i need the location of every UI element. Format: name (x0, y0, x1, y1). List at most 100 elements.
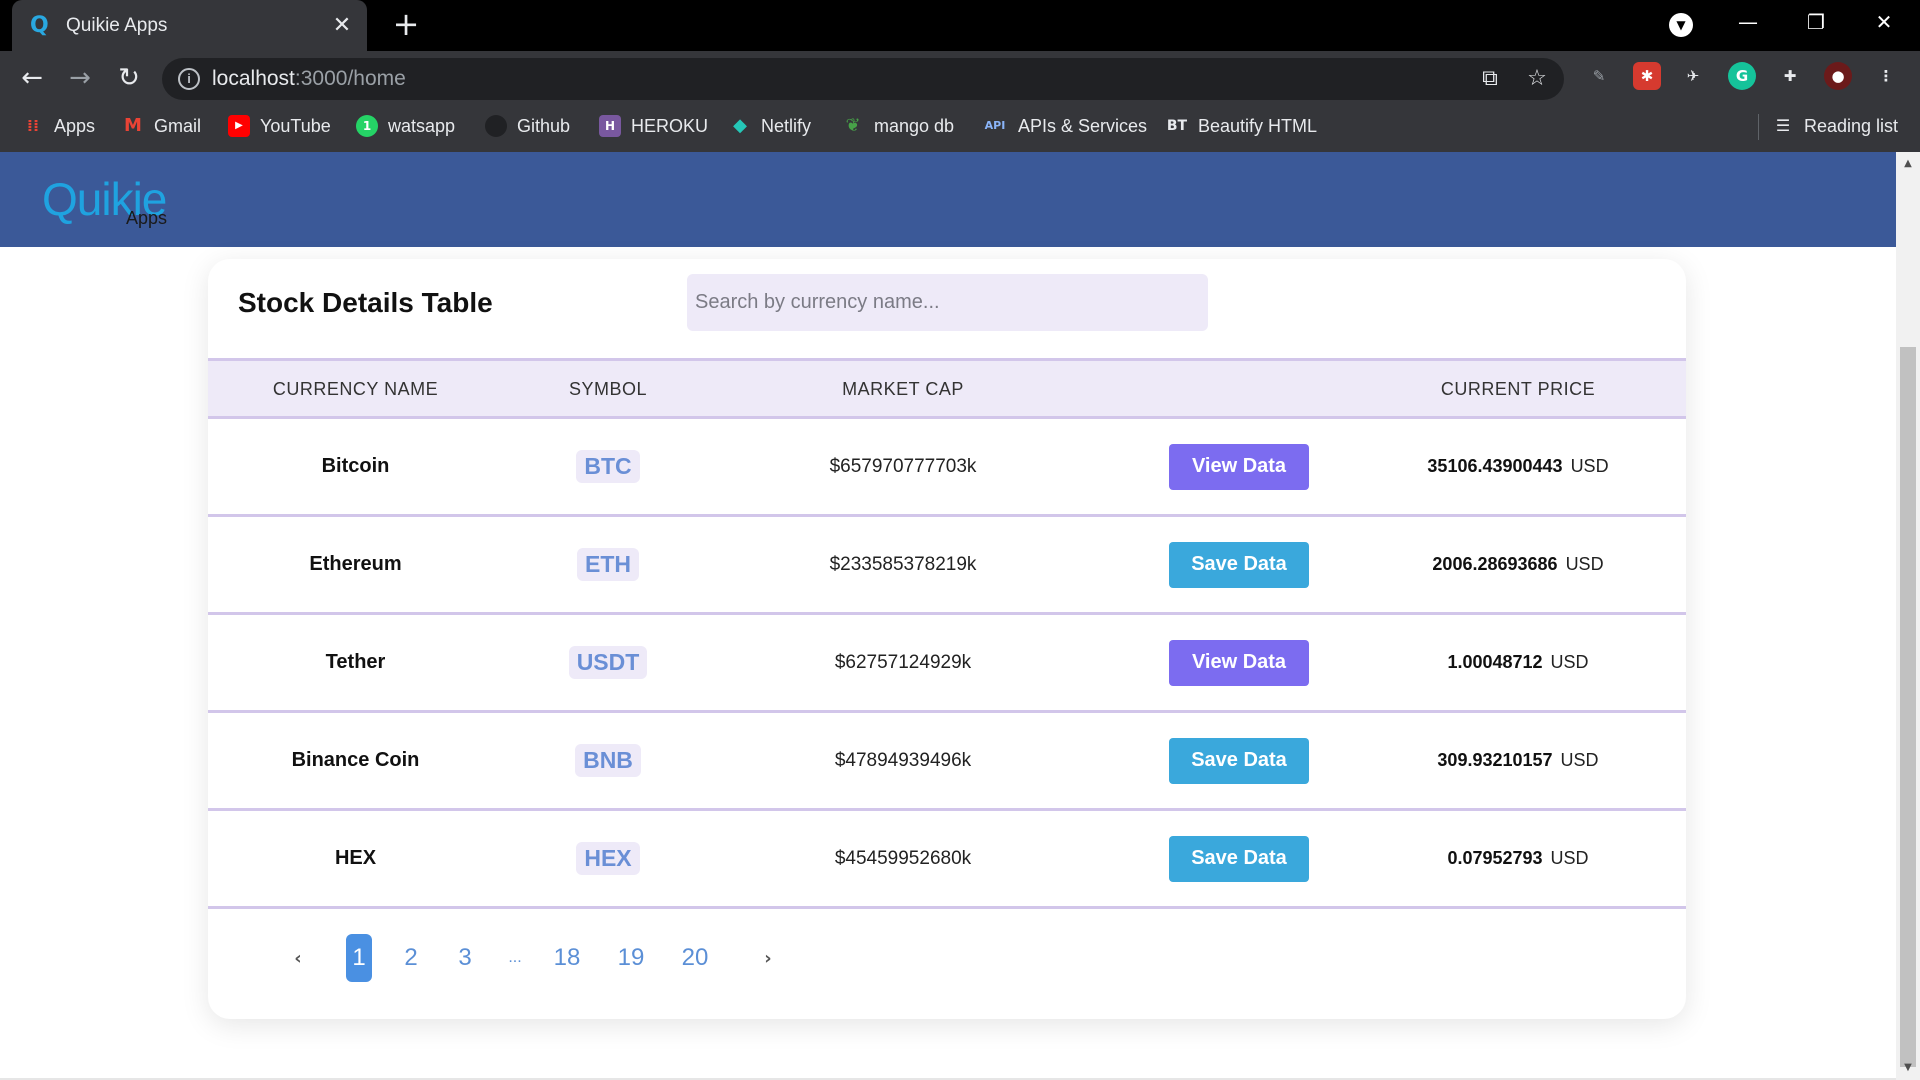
url-host: localhost (212, 67, 295, 90)
previous-page-chevron-icon[interactable]: ‹ (288, 934, 308, 982)
scrollbar-thumb[interactable] (1900, 347, 1916, 1067)
table-row: Ethereum ETH $233585378219k Save Data 20… (208, 517, 1686, 615)
save-data-button[interactable]: Save Data (1169, 541, 1309, 588)
quikie-favicon-icon: Q (30, 12, 49, 38)
currency-name: Bitcoin (321, 455, 390, 477)
column-header-symbol: SYMBOL (568, 379, 648, 399)
pin-extension-icon[interactable]: ✈ (1679, 62, 1707, 90)
page-button-3[interactable]: 3 (452, 934, 478, 982)
price-currency: USD (1550, 652, 1589, 672)
symbol-badge: ETH (577, 548, 639, 581)
view-data-button[interactable]: View Data (1169, 443, 1309, 490)
address-bar[interactable]: i localhost:3000/home ⧉ ☆ (162, 58, 1564, 100)
bookmark-netlify[interactable]: ◆ Netlify (729, 106, 811, 146)
bt-icon: BT (1166, 118, 1188, 134)
page-ellipsis: ... (508, 949, 522, 966)
reading-list-label: Reading list (1804, 115, 1899, 136)
bookmark-youtube[interactable]: ▶ YouTube (228, 106, 331, 146)
bookmark-label: APIs & Services (1018, 115, 1148, 136)
symbol-cell: BNB (558, 713, 658, 808)
save-data-button[interactable]: Save Data (1169, 835, 1309, 882)
table-row: HEX HEX $45459952680k Save Data 0.079527… (208, 811, 1686, 909)
bookmark-heroku[interactable]: H HEROKU (599, 106, 708, 146)
next-page-chevron-icon[interactable]: › (758, 934, 778, 982)
scroll-down-arrow-icon[interactable]: ▼ (1896, 1060, 1920, 1076)
bookmark-apps[interactable]: ⁞⁞ Apps (22, 106, 95, 146)
user-avatar-icon[interactable]: ● (1824, 62, 1852, 90)
close-window-button[interactable]: ✕ (1856, 0, 1912, 44)
market-cap: $45459952680k (834, 847, 972, 869)
page-button-20[interactable]: 20 (678, 934, 712, 982)
pen-extension-icon[interactable]: ✎ (1585, 62, 1613, 90)
page-button-2[interactable]: 2 (398, 934, 424, 982)
netlify-icon: ◆ (733, 115, 747, 136)
symbol-cell: BTC (558, 419, 658, 514)
site-info-icon[interactable]: i (178, 68, 200, 90)
gmail-icon: M (124, 115, 142, 136)
bookmark-star-icon[interactable]: ☆ (1522, 64, 1552, 94)
url-text[interactable]: localhost:3000/home (212, 67, 406, 91)
minimize-window-button[interactable]: — (1720, 0, 1776, 44)
price-currency: USD (1565, 554, 1604, 574)
app-header: Quikie Apps (0, 152, 1896, 247)
bookmark-gmail[interactable]: M Gmail (122, 106, 201, 146)
table-title: Stock Details Table (238, 287, 493, 318)
view-data-button[interactable]: View Data (1169, 639, 1309, 686)
browser-tab[interactable]: Q Quikie Apps ✕ (12, 0, 367, 51)
current-price: 0.07952793 (1447, 848, 1543, 868)
reload-icon[interactable]: ↻ (113, 63, 145, 95)
column-header-market-cap: MARKET CAP (842, 379, 964, 399)
save-data-button[interactable]: Save Data (1169, 737, 1309, 784)
column-header-current-price: CURRENT PRICE (1440, 379, 1596, 399)
bookmark-label: watsapp (388, 115, 456, 136)
vertical-scrollbar[interactable]: ▲ ▼ (1896, 152, 1920, 1080)
url-path: :3000/home (294, 67, 406, 90)
symbol-cell: HEX (558, 811, 658, 906)
action-cell: Save Data (1168, 713, 1310, 808)
pagination: ‹ 1 2 3 ... 18 19 20 › (288, 934, 888, 982)
market-cap: $233585378219k (829, 553, 977, 575)
symbol-badge: HEX (576, 842, 640, 875)
profile-dropdown-icon[interactable]: ▼ (1669, 13, 1693, 37)
reading-list-icon: ☰ (1775, 116, 1791, 135)
back-arrow-icon[interactable]: ← (16, 63, 48, 95)
bookmark-beautify-html[interactable]: BT Beautify HTML (1166, 106, 1317, 146)
forward-arrow-icon[interactable]: → (64, 63, 96, 95)
red-extension-icon[interactable]: ✱ (1633, 62, 1661, 90)
close-tab-icon[interactable]: ✕ (327, 11, 357, 41)
bookmark-label: Gmail (154, 115, 202, 136)
grammarly-icon[interactable]: G (1728, 62, 1756, 90)
page-button-18[interactable]: 18 (550, 934, 584, 982)
bookmark-watsapp[interactable]: 1 watsapp (356, 106, 455, 146)
scroll-up-arrow-icon[interactable]: ▲ (1896, 156, 1920, 172)
currency-search-input[interactable] (687, 274, 1208, 331)
symbol-cell: ETH (558, 517, 658, 612)
page-button-1[interactable]: 1 (346, 934, 372, 982)
bookmark-github[interactable]: Github (485, 106, 570, 146)
restore-window-button[interactable]: ❐ (1788, 0, 1844, 44)
page-viewport: Quikie Apps Stock Details Table CURRENCY… (0, 152, 1920, 1080)
extensions-puzzle-icon[interactable]: ✚ (1776, 62, 1804, 90)
bookmark-mango-db[interactable]: ❦ mango db (842, 106, 954, 146)
price-cell: 35106.43900443 USD (1388, 419, 1648, 514)
symbol-badge: USDT (568, 646, 648, 679)
mongodb-leaf-icon: ❦ (845, 115, 861, 136)
stock-table-card: Stock Details Table CURRENCY NAME SYMBOL… (208, 259, 1686, 1019)
reading-list-button[interactable]: ☰ Reading list (1772, 106, 1898, 146)
browser-menu-icon[interactable]: ⋮ (1872, 62, 1900, 90)
bookmarks-divider (1758, 114, 1759, 140)
open-external-icon[interactable]: ⧉ (1475, 64, 1505, 94)
page-button-19[interactable]: 19 (614, 934, 648, 982)
new-tab-button[interactable]: + (390, 8, 422, 41)
table-row: Bitcoin BTC $657970777703k View Data 351… (208, 419, 1686, 517)
bookmark-label: Apps (54, 115, 96, 136)
table-row: Tether USDT $62757124929k View Data 1.00… (208, 615, 1686, 713)
action-cell: Save Data (1168, 811, 1310, 906)
symbol-badge: BNB (575, 744, 641, 777)
bookmark-apis-services[interactable]: API APIs & Services (982, 106, 1147, 146)
bookmark-label: YouTube (260, 115, 331, 136)
market-cap: $62757124929k (834, 651, 972, 673)
youtube-icon: ▶ (228, 115, 250, 137)
action-cell: View Data (1168, 419, 1310, 514)
bookmark-label: Beautify HTML (1198, 115, 1318, 136)
